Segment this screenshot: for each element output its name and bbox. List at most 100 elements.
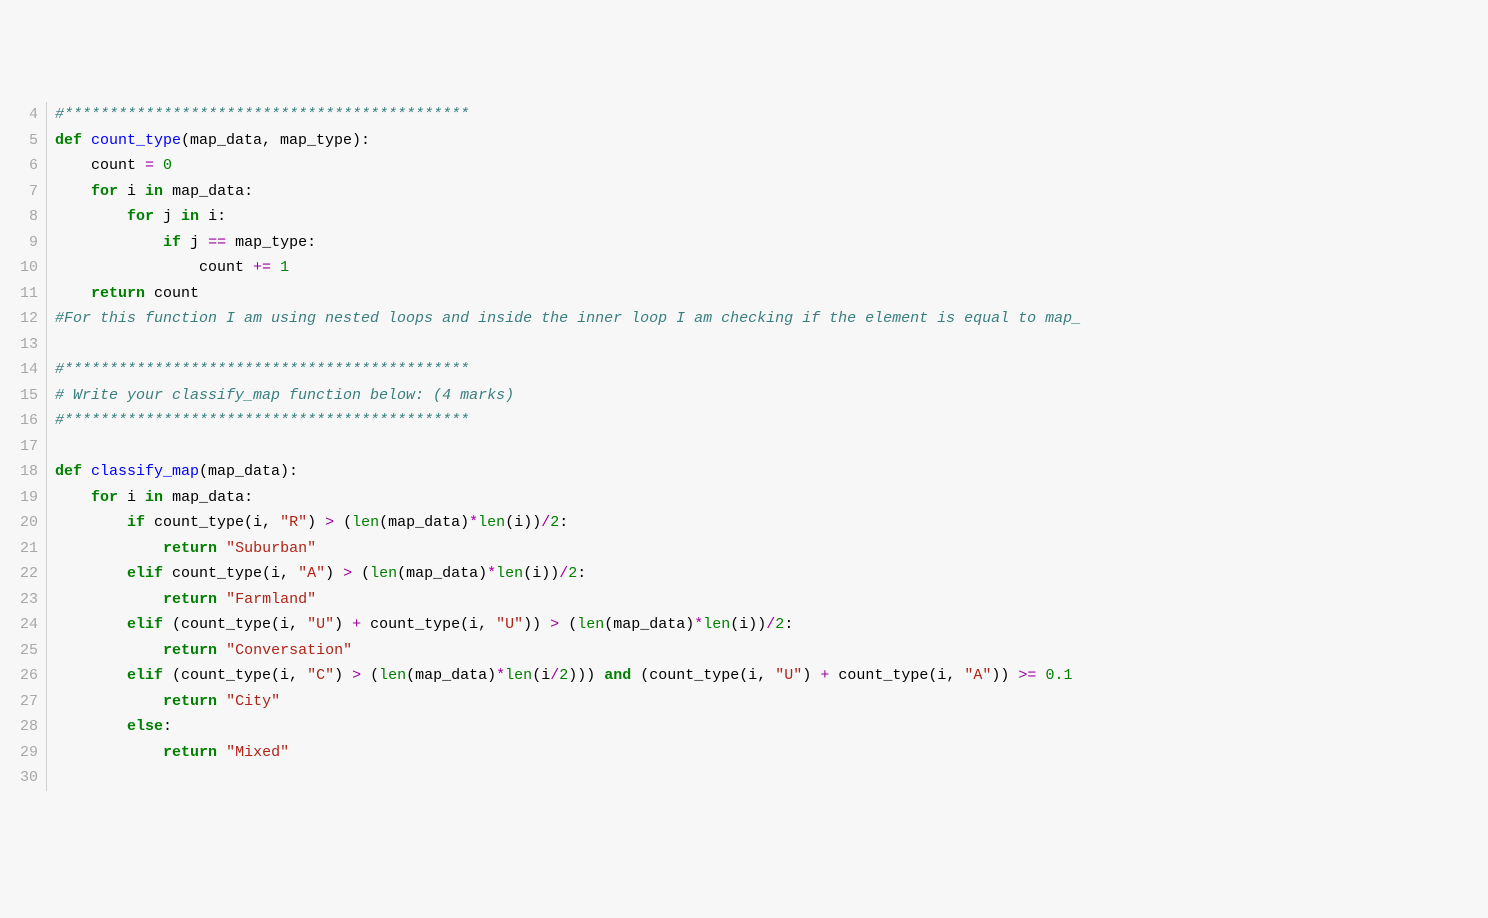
code-line[interactable]: return "Suburban" [55,536,1488,562]
code-token: 2 [559,667,568,684]
line-number: 15 [0,383,38,409]
code-token [271,259,280,276]
code-line[interactable]: return "Conversation" [55,638,1488,664]
code-token: "A" [964,667,991,684]
code-token: count_type(i, [829,667,964,684]
code-token [1036,667,1045,684]
code-token: ) [802,667,820,684]
code-token: #***************************************… [55,412,469,429]
code-line[interactable]: #***************************************… [55,357,1488,383]
code-line[interactable]: #For this function I am using nested loo… [55,306,1488,332]
code-line[interactable]: return "City" [55,689,1488,715]
code-token: (map_data, map_type): [181,132,370,149]
code-editor[interactable]: 4567891011121314151617181920212223242526… [0,102,1488,791]
code-line[interactable]: #***************************************… [55,408,1488,434]
code-token [55,208,127,225]
line-number: 5 [0,128,38,154]
code-token: j [181,234,208,251]
code-token: return [163,642,217,659]
code-token: * [496,667,505,684]
code-area[interactable]: #***************************************… [47,102,1488,791]
code-token: "Suburban" [226,540,316,557]
code-token: ( [361,667,379,684]
code-line[interactable]: for j in i: [55,204,1488,230]
code-token: (count_type(i, [631,667,775,684]
code-token: )) [991,667,1018,684]
code-token: for [91,489,118,506]
code-token: if [163,234,181,251]
code-token: i [118,183,145,200]
code-token: (count_type(i, [163,667,307,684]
line-number: 20 [0,510,38,536]
code-token: len [370,565,397,582]
code-line[interactable]: return "Mixed" [55,740,1488,766]
code-line[interactable]: def count_type(map_data, map_type): [55,128,1488,154]
code-token: (i)) [505,514,541,531]
code-line[interactable]: # Write your classify_map function below… [55,383,1488,409]
code-token: i: [199,208,226,225]
line-number: 8 [0,204,38,230]
line-number: 12 [0,306,38,332]
code-token: "A" [298,565,325,582]
code-token [55,489,91,506]
code-token: ( [559,616,577,633]
code-line[interactable]: elif (count_type(i, "U") + count_type(i,… [55,612,1488,638]
code-token [55,667,127,684]
code-token: len [379,667,406,684]
code-line[interactable]: for i in map_data: [55,179,1488,205]
line-number: 23 [0,587,38,613]
code-token: count_type(i, [361,616,496,633]
code-line[interactable] [55,434,1488,460]
code-token: for [127,208,154,225]
code-token: "C" [307,667,334,684]
code-line[interactable] [55,765,1488,791]
code-token: + [820,667,829,684]
code-token: / [559,565,568,582]
code-line[interactable]: count = 0 [55,153,1488,179]
code-line[interactable] [55,332,1488,358]
code-token: (map_data) [379,514,469,531]
code-line[interactable]: return "Farmland" [55,587,1488,613]
code-line[interactable]: else: [55,714,1488,740]
code-token: : [163,718,172,735]
line-number: 25 [0,638,38,664]
code-token: len [505,667,532,684]
code-token: = [145,157,154,174]
code-token: == [208,234,226,251]
code-line[interactable]: for i in map_data: [55,485,1488,511]
code-line[interactable]: elif count_type(i, "A") > (len(map_data)… [55,561,1488,587]
code-line[interactable]: #***************************************… [55,102,1488,128]
code-line[interactable]: def classify_map(map_data): [55,459,1488,485]
code-token: 2 [568,565,577,582]
line-number: 13 [0,332,38,358]
code-line[interactable]: if count_type(i, "R") > (len(map_data)*l… [55,510,1488,536]
line-number: 30 [0,765,38,791]
code-token: (count_type(i, [163,616,307,633]
code-token [55,591,163,608]
code-token: (i)) [523,565,559,582]
code-token [55,540,163,557]
code-token [55,234,163,251]
code-line[interactable]: return count [55,281,1488,307]
code-token: return [163,693,217,710]
code-token: ))) [568,667,604,684]
code-token: * [469,514,478,531]
code-token: return [163,540,217,557]
code-token: #***************************************… [55,106,469,123]
code-line[interactable]: if j == map_type: [55,230,1488,256]
code-token: >= [1018,667,1036,684]
code-token: (map_data) [604,616,694,633]
code-token: + [352,616,361,633]
code-line[interactable]: count += 1 [55,255,1488,281]
code-token: i [118,489,145,506]
line-number-gutter: 4567891011121314151617181920212223242526… [0,102,47,791]
code-token: * [487,565,496,582]
code-token [55,183,91,200]
code-token: (i [532,667,550,684]
code-token: map_data: [163,489,253,506]
code-token [55,285,91,302]
code-token: len [496,565,523,582]
code-line[interactable]: elif (count_type(i, "C") > (len(map_data… [55,663,1488,689]
code-token: : [577,565,586,582]
line-number: 27 [0,689,38,715]
